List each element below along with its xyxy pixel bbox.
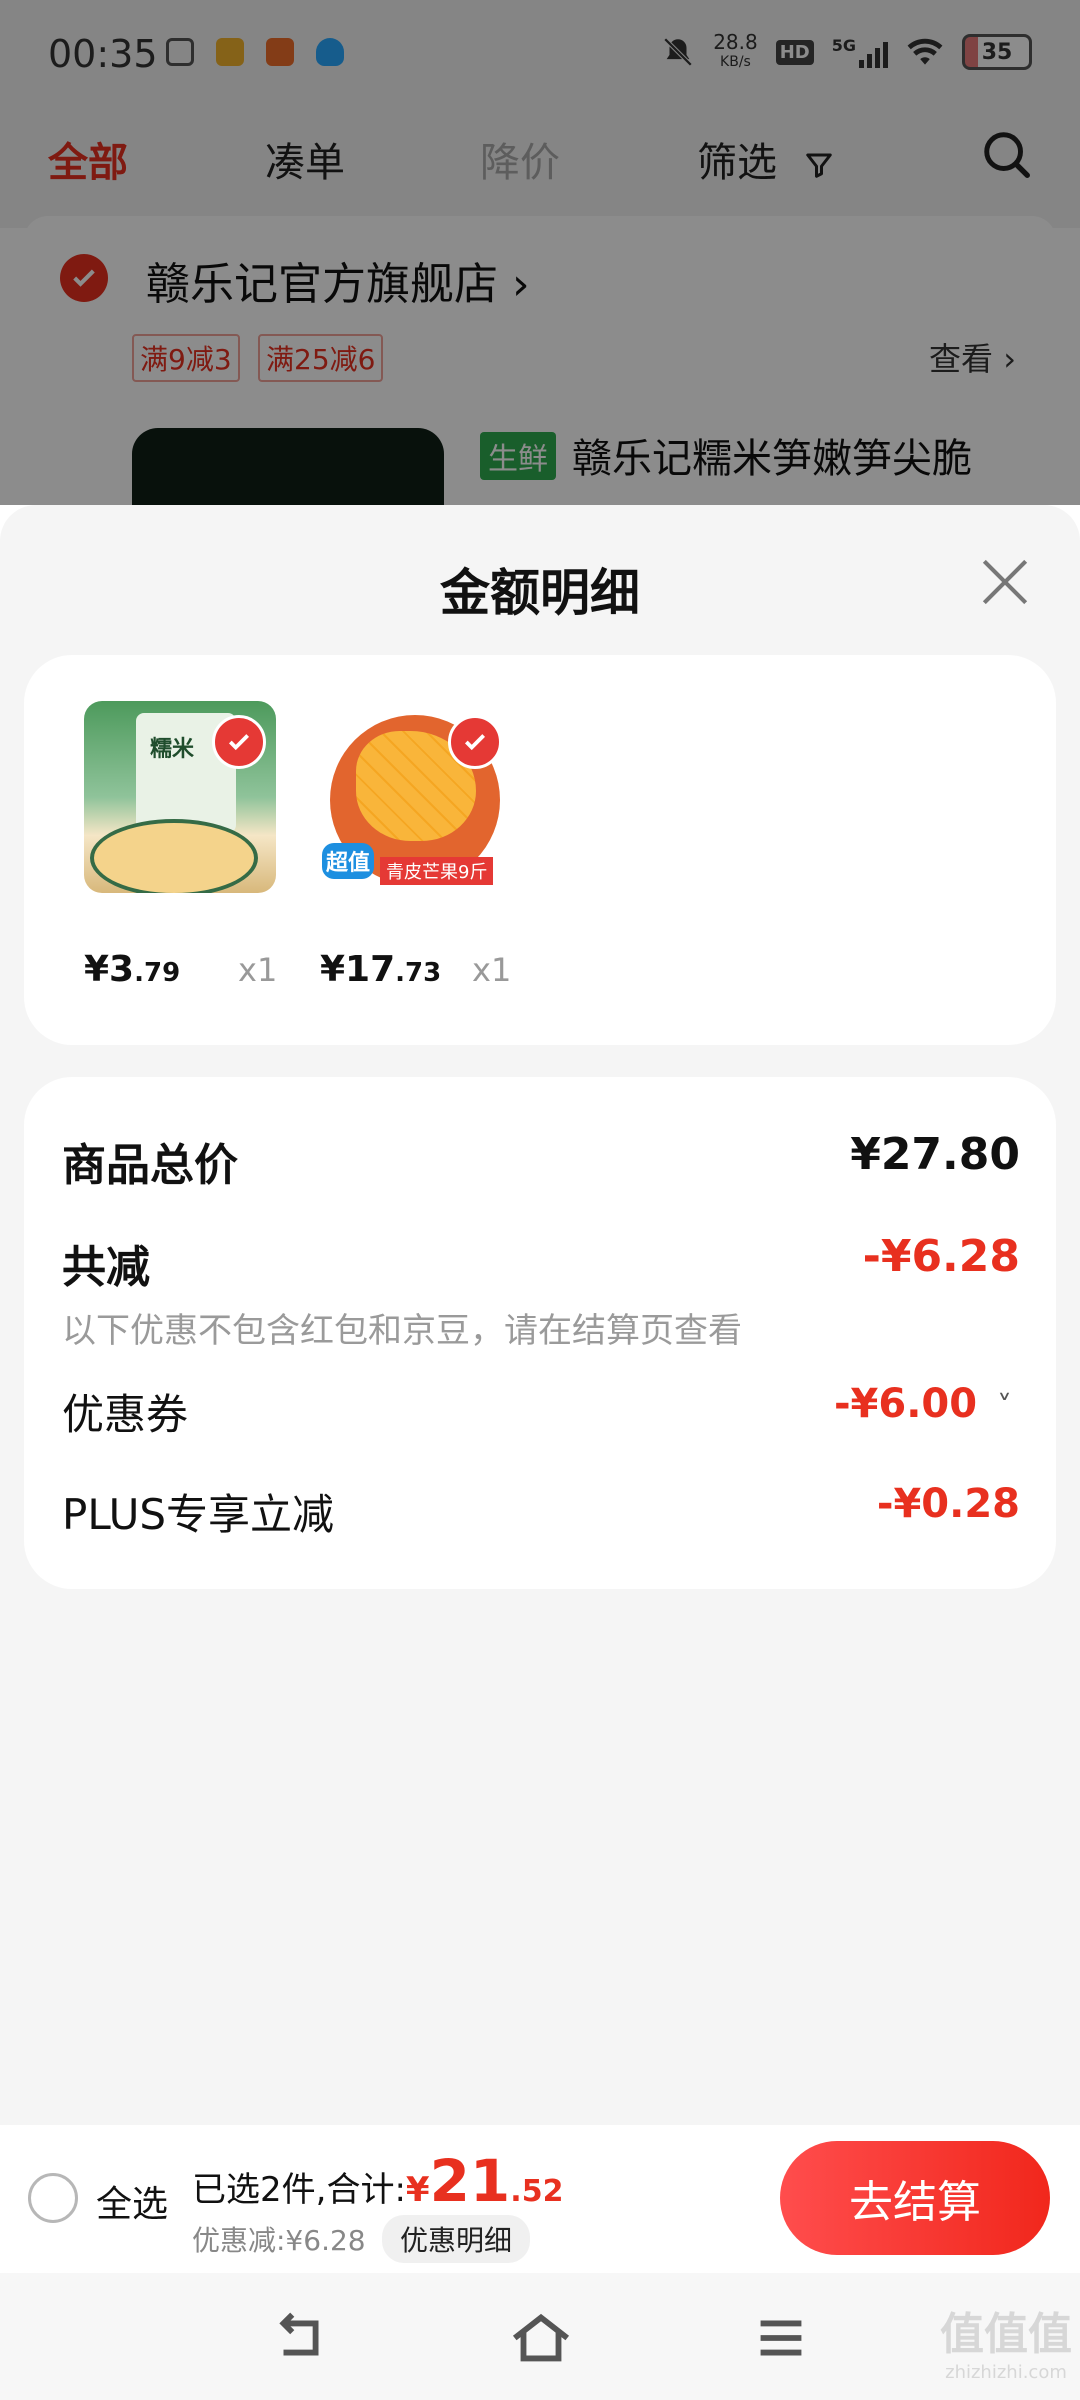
item-price: ¥17.73 <box>320 949 442 990</box>
coupon-value-toggle[interactable]: -¥6.00 ˅ <box>834 1381 1012 1427</box>
plus-discount-value: -¥0.28 <box>876 1481 1020 1527</box>
home-icon[interactable] <box>506 2303 576 2373</box>
checkout-button[interactable]: 去结算 <box>780 2141 1050 2255</box>
mango-badge: 超值 <box>322 843 375 879</box>
total-value: ¥27.80 <box>850 1129 1020 1180</box>
amount-detail-sheet: 金额明细 糯米 超值 青皮芒果9斤 ¥3.79 x1 ¥17.73 x1 商品总… <box>0 505 1080 2125</box>
selected-check-icon <box>212 715 266 769</box>
product-image-mango[interactable]: 超值 青皮芒果9斤 <box>320 701 512 893</box>
watermark: 值值值 zhizhizhi.com <box>940 2309 1072 2383</box>
coupon-label: 优惠券 <box>62 1390 189 1439</box>
menu-icon[interactable] <box>746 2303 816 2373</box>
selected-check-icon <box>448 715 502 769</box>
item-quantity: x1 <box>472 951 512 989</box>
item-quantity: x1 <box>238 951 278 989</box>
overlay-scrim[interactable] <box>0 0 1080 505</box>
total-amount: 21 <box>429 2147 511 2215</box>
price-breakdown-card: 商品总价 ¥27.80 共减 -¥6.28 以下优惠不包含红包和京豆，请在结算页… <box>24 1077 1056 1589</box>
discount-note: 以下优惠不包含红包和京豆，请在结算页查看 <box>62 1311 742 1351</box>
saved-amount: 优惠减:¥6.28 <box>192 2224 366 2257</box>
selected-summary: 已选2件,合计:¥21.52 <box>192 2147 564 2215</box>
system-nav-bar <box>0 2273 1080 2400</box>
food-bowl <box>90 819 258 893</box>
product-brand: 糯米 <box>150 737 195 762</box>
chevron-down-icon: ˅ <box>997 1390 1012 1425</box>
mango-label: 青皮芒果9斤 <box>380 857 494 885</box>
checkout-bar: 全选 已选2件,合计:¥21.52 优惠减:¥6.28 优惠明细 去结算 <box>0 2125 1080 2273</box>
item-price: ¥3.79 <box>84 949 181 990</box>
total-label: 商品总价 <box>62 1140 238 1191</box>
items-card: 糯米 超值 青皮芒果9斤 ¥3.79 x1 ¥17.73 x1 <box>24 655 1056 1045</box>
discount-label: 共减 <box>62 1242 150 1293</box>
product-image-bamboo[interactable]: 糯米 <box>84 701 276 893</box>
sheet-title: 金额明细 <box>440 564 640 622</box>
select-all-label[interactable]: 全选 <box>96 2175 168 2227</box>
discount-detail-button[interactable]: 优惠明细 <box>382 2215 531 2263</box>
select-all-radio[interactable] <box>28 2173 78 2223</box>
close-icon[interactable] <box>974 551 1036 613</box>
plus-discount-label: PLUS专享立减 <box>62 1490 335 1539</box>
back-icon[interactable] <box>266 2303 336 2373</box>
discount-value: -¥6.28 <box>862 1231 1020 1282</box>
